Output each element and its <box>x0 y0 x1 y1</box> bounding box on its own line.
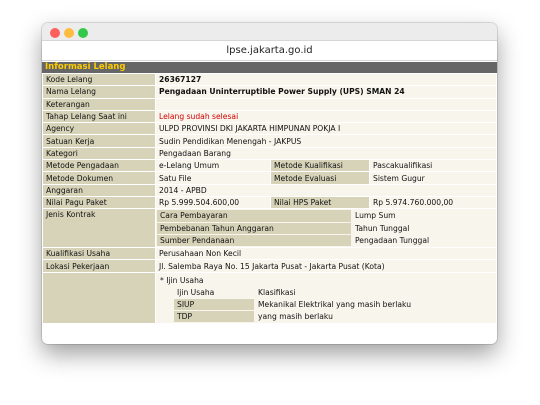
metode-evaluasi-label: Metode Evaluasi <box>271 172 369 184</box>
ijin-usaha-col-header: Ijin Usaha <box>174 286 254 298</box>
metode-pengadaan-label: Metode Pengadaan <box>43 160 155 172</box>
satuan-kerja-value: Sudin Pendidikan Menengah - JAKPUS <box>156 135 496 147</box>
hps-label: Nilai HPS Paket <box>271 196 369 209</box>
sumber-pendanaan-value: Pengadaan Tunggal <box>352 234 495 247</box>
lokasi-value: Jl. Salemba Raya No. 15 Jakarta Pusat - … <box>156 260 496 272</box>
row-anggaran: Anggaran 2014 - APBD <box>43 184 496 196</box>
metode-dokumen-value: Satu File <box>156 172 270 184</box>
page-content: Informasi Lelang Kode Lelang 26367127 Na… <box>42 62 497 324</box>
row-keterangan: Keterangan <box>43 98 496 110</box>
pagu-value: Rp 5.999.504.600,00 <box>156 196 270 209</box>
cara-pembayaran-value: Lump Sum <box>352 210 495 222</box>
section-header: Informasi Lelang <box>42 62 497 73</box>
ijin-usaha-row: SIUP Mekanikal Elektrikal yang masih ber… <box>174 298 415 310</box>
ijin-klasifikasi: yang masih berlaku <box>255 310 415 322</box>
kode-lelang-value: 26367127 <box>156 74 496 86</box>
minimize-window-button[interactable] <box>64 28 74 38</box>
jenis-kontrak-table: Cara Pembayaran Lump Sum Pembebanan Tahu… <box>156 209 496 247</box>
ijin-name: TDP <box>174 310 254 322</box>
row-agency: Agency ULPD PROVINSI DKI JAKARTA HIMPUNA… <box>43 123 496 135</box>
ijin-usaha-cell: * Ijin Usaha Ijin Usaha Klasifikasi SIUP… <box>156 272 496 323</box>
url-text: lpse.jakarta.go.id <box>226 45 313 56</box>
row-metode-pengadaan: Metode Pengadaan e-Lelang Umum Metode Ku… <box>43 160 496 172</box>
metode-kualifikasi-label: Metode Kualifikasi <box>271 160 369 172</box>
pembebanan-label: Pembebanan Tahun Anggaran <box>157 222 351 234</box>
ijin-usaha-table: Ijin Usaha Klasifikasi SIUP Mekanikal El… <box>173 286 415 323</box>
ijin-usaha-header-row: Ijin Usaha Klasifikasi <box>174 286 415 298</box>
row-nama-lelang: Nama Lelang Pengadaan Uninterruptible Po… <box>43 86 496 98</box>
kualifikasi-usaha-label: Kualifikasi Usaha <box>43 248 155 260</box>
row-satuan-kerja: Satuan Kerja Sudin Pendidikan Menengah -… <box>43 135 496 147</box>
row-ijin-usaha: * Ijin Usaha Ijin Usaha Klasifikasi SIUP… <box>43 272 496 323</box>
lelang-info-table: Kode Lelang 26367127 Nama Lelang Pengada… <box>42 73 497 324</box>
ijin-usaha-row: TDP yang masih berlaku <box>174 310 415 322</box>
metode-pengadaan-value: e-Lelang Umum <box>156 160 270 172</box>
jenis-kontrak-label: Jenis Kontrak <box>43 209 155 248</box>
row-nilai-paket: Nilai Pagu Paket Rp 5.999.504.600,00 Nil… <box>43 196 496 209</box>
ijin-usaha-block: * Ijin Usaha Ijin Usaha Klasifikasi SIUP… <box>156 273 496 323</box>
row-kategori: Kategori Pengadaan Barang <box>43 147 496 160</box>
nama-lelang-label: Nama Lelang <box>43 86 155 98</box>
metode-dokumen-label: Metode Dokumen <box>43 172 155 184</box>
pembebanan-value: Tahun Tunggal <box>352 222 495 234</box>
section-title: Informasi Lelang <box>45 62 126 72</box>
kategori-value: Pengadaan Barang <box>156 147 496 160</box>
keterangan-value <box>156 98 496 110</box>
kode-lelang-label: Kode Lelang <box>43 74 155 86</box>
metode-evaluasi-value: Sistem Gugur <box>370 172 496 184</box>
row-metode-dokumen: Metode Dokumen Satu File Metode Evaluasi… <box>43 172 496 184</box>
close-window-button[interactable] <box>50 28 60 38</box>
jenis-kontrak-row: Pembebanan Tahun Anggaran Tahun Tunggal <box>157 222 495 234</box>
browser-window: lpse.jakarta.go.id Informasi Lelang Kode… <box>42 23 497 344</box>
row-tahap: Tahap Lelang Saat ini Lelang sudah seles… <box>43 110 496 123</box>
row-jenis-kontrak: Jenis Kontrak Cara Pembayaran Lump Sum P… <box>43 209 496 248</box>
jenis-kontrak-row: Sumber Pendanaan Pengadaan Tunggal <box>157 234 495 247</box>
row-kode-lelang: Kode Lelang 26367127 <box>43 74 496 86</box>
kategori-label: Kategori <box>43 147 155 160</box>
sumber-pendanaan-label: Sumber Pendanaan <box>157 234 351 247</box>
keterangan-label: Keterangan <box>43 98 155 110</box>
ijin-usaha-title: * Ijin Usaha <box>160 275 204 285</box>
pagu-label: Nilai Pagu Paket <box>43 196 155 209</box>
jenis-kontrak-row: Cara Pembayaran Lump Sum <box>157 210 495 222</box>
ijin-name: SIUP <box>174 298 254 310</box>
klasifikasi-col-header: Klasifikasi <box>255 286 415 298</box>
hps-value: Rp 5.974.760.000,00 <box>370 196 496 209</box>
row-kualifikasi-usaha: Kualifikasi Usaha Perusahaan Non Kecil <box>43 248 496 260</box>
ijin-usaha-label-cell <box>43 272 155 323</box>
row-lokasi: Lokasi Pekerjaan Jl. Salemba Raya No. 15… <box>43 260 496 272</box>
kualifikasi-usaha-value: Perusahaan Non Kecil <box>156 248 496 260</box>
maximize-window-button[interactable] <box>78 28 88 38</box>
tahap-label: Tahap Lelang Saat ini <box>43 110 155 123</box>
lokasi-label: Lokasi Pekerjaan <box>43 260 155 272</box>
satuan-kerja-label: Satuan Kerja <box>43 135 155 147</box>
anggaran-label: Anggaran <box>43 184 155 196</box>
agency-label: Agency <box>43 123 155 135</box>
title-bar <box>42 23 497 40</box>
nama-lelang-value: Pengadaan Uninterruptible Power Supply (… <box>156 86 496 98</box>
jenis-kontrak-cell: Cara Pembayaran Lump Sum Pembebanan Tahu… <box>156 209 496 248</box>
agency-value: ULPD PROVINSI DKI JAKARTA HIMPUNAN POKJA… <box>156 123 496 135</box>
tahap-value-link[interactable]: Lelang sudah selesai <box>156 110 496 123</box>
ijin-klasifikasi: Mekanikal Elektrikal yang masih berlaku <box>255 298 415 310</box>
anggaran-value: 2014 - APBD <box>156 184 496 196</box>
cara-pembayaran-label: Cara Pembayaran <box>157 210 351 222</box>
address-bar[interactable]: lpse.jakarta.go.id <box>42 40 497 61</box>
metode-kualifikasi-value: Pascakualifikasi <box>370 160 496 172</box>
